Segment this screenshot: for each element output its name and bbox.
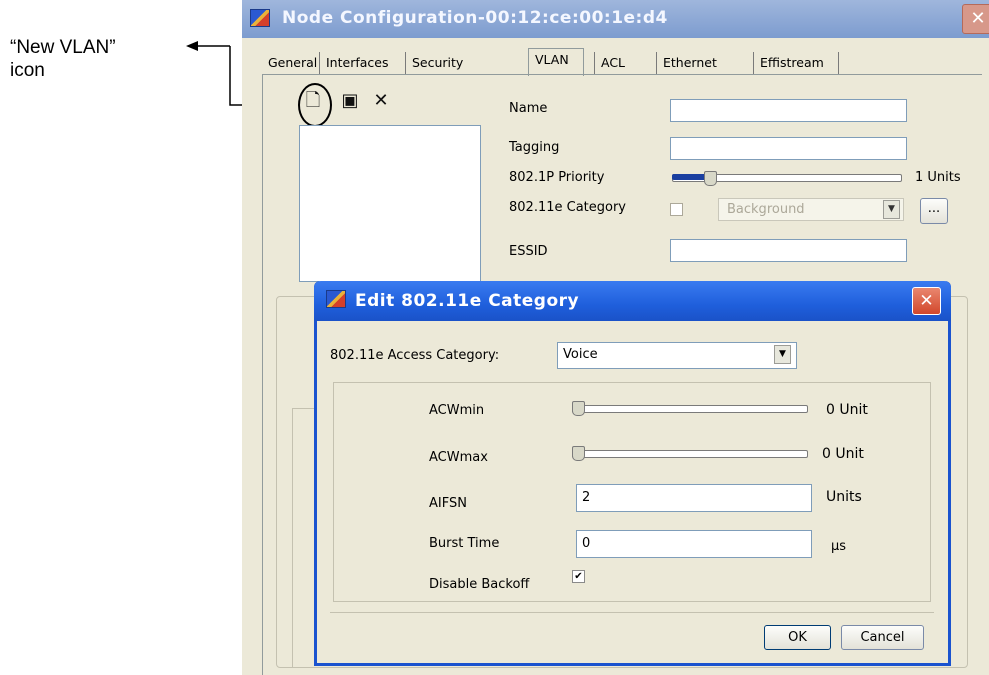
priority-value: 1 Units — [915, 170, 961, 185]
tagging-label: Tagging — [509, 140, 560, 155]
acwmax-value: 0 Unit — [822, 446, 864, 462]
disable-backoff-checkbox[interactable]: ✔ — [572, 570, 585, 583]
category-select[interactable]: Background — [718, 198, 904, 221]
tab-security[interactable]: Security — [405, 52, 469, 74]
tab-effistream[interactable]: Effistream — [753, 52, 830, 74]
name-input[interactable] — [670, 99, 907, 122]
acwmax-slider[interactable] — [572, 446, 810, 461]
dialog-title: Edit 802.11e Category — [355, 291, 580, 311]
aifsn-label: AIFSN — [429, 496, 467, 511]
window-close-button[interactable]: ✕ — [962, 4, 989, 34]
access-category-dropdown-button[interactable]: ▼ — [774, 345, 791, 364]
dialog-separator — [330, 612, 934, 613]
priority-label: 802.1P Priority — [509, 170, 605, 185]
access-category-value: Voice — [563, 347, 598, 362]
tagging-input[interactable] — [670, 137, 907, 160]
acwmin-slider[interactable] — [572, 401, 810, 416]
priority-slider[interactable] — [672, 171, 904, 186]
new-vlan-highlight-circle — [298, 83, 332, 127]
tab-acl[interactable]: ACL — [594, 52, 631, 74]
vlan-list[interactable] — [299, 125, 481, 282]
priority-slider-thumb[interactable] — [704, 171, 717, 186]
aifsn-input[interactable]: 2 — [576, 484, 812, 512]
aifsn-unit: Units — [826, 489, 862, 505]
access-category-label: 802.11e Access Category: — [330, 348, 500, 363]
burst-time-input-value: 0 — [582, 536, 591, 551]
name-label: Name — [509, 101, 548, 116]
burst-time-label: Burst Time — [429, 536, 500, 551]
save-icon[interactable]: ▣ — [340, 91, 360, 111]
aifsn-input-value: 2 — [582, 490, 591, 505]
essid-label: ESSID — [509, 244, 548, 259]
burst-time-unit: µs — [831, 539, 847, 554]
acwmin-slider-track — [572, 405, 808, 413]
delete-icon[interactable]: ✕ — [371, 91, 391, 111]
window-title: Node Configuration-00:12:ce:00:1e:d4 — [282, 8, 668, 28]
category-select-value: Background — [727, 202, 805, 217]
acwmax-label: ACWmax — [429, 450, 488, 465]
access-category-select[interactable]: Voice — [557, 342, 797, 369]
category-dropdown-button[interactable]: ▼ — [883, 200, 900, 219]
category-checkbox[interactable] — [670, 203, 683, 216]
acwmin-value: 0 Unit — [826, 402, 868, 418]
disable-backoff-label: Disable Backoff — [429, 577, 530, 592]
cancel-button[interactable]: Cancel — [841, 625, 924, 650]
dialog-app-icon — [326, 290, 346, 308]
acwmax-slider-thumb[interactable] — [572, 446, 585, 461]
category-label: 802.11e Category — [509, 200, 626, 215]
acwmax-slider-track — [572, 450, 808, 458]
priority-slider-fill — [672, 174, 708, 180]
acwmin-slider-thumb[interactable] — [572, 401, 585, 416]
tab-end-divider — [838, 52, 839, 74]
tab-ethernet[interactable]: Ethernet — [656, 52, 723, 74]
tab-general[interactable]: General — [262, 52, 323, 74]
app-icon — [250, 9, 270, 27]
tab-vlan[interactable]: VLAN — [528, 48, 584, 76]
category-browse-button[interactable]: ... — [920, 198, 948, 224]
ok-button[interactable]: OK — [764, 625, 831, 650]
tab-interfaces[interactable]: Interfaces — [319, 52, 394, 74]
dialog-close-button[interactable]: ✕ — [912, 287, 941, 315]
burst-time-input[interactable]: 0 — [576, 530, 812, 558]
essid-input[interactable] — [670, 239, 907, 262]
acwmin-label: ACWmin — [429, 403, 485, 418]
